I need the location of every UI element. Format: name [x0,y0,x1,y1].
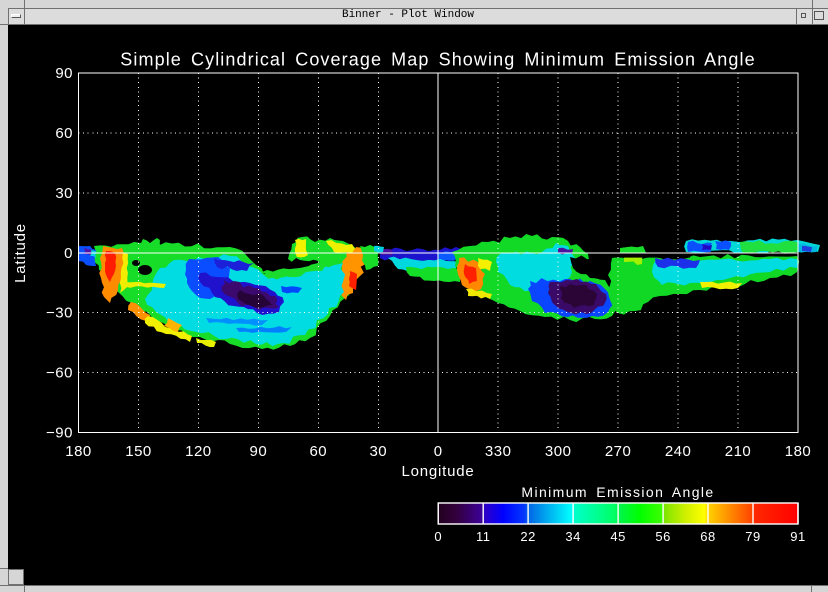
svg-text:91: 91 [790,529,805,544]
svg-text:180: 180 [65,443,92,460]
svg-text:150: 150 [125,443,152,460]
svg-text:Latitude: Latitude [12,223,29,283]
svg-text:Simple Cylindrical Coverage Ma: Simple Cylindrical Coverage Map Showing … [120,50,755,70]
svg-text:210: 210 [725,443,752,460]
svg-text:0: 0 [64,245,73,262]
svg-text:11: 11 [476,529,491,544]
svg-text:120: 120 [185,443,212,460]
svg-text:Longitude: Longitude [401,463,474,480]
svg-text:Minimum Emission Angle: Minimum Emission Angle [521,484,714,500]
svg-text:30: 30 [55,185,73,202]
svg-text:300: 300 [545,443,572,460]
svg-text:−90: −90 [46,425,73,442]
svg-text:90: 90 [55,65,73,82]
svg-text:180: 180 [785,443,812,460]
svg-text:240: 240 [665,443,692,460]
svg-text:0: 0 [434,443,443,460]
svg-text:79: 79 [745,529,760,544]
svg-text:56: 56 [655,529,670,544]
svg-text:60: 60 [55,125,73,142]
svg-text:0: 0 [434,529,442,544]
svg-text:68: 68 [700,529,715,544]
svg-text:30: 30 [369,443,387,460]
svg-text:90: 90 [250,443,268,460]
svg-text:22: 22 [520,529,535,544]
svg-text:45: 45 [610,529,625,544]
svg-text:60: 60 [309,443,327,460]
svg-text:270: 270 [605,443,632,460]
svg-text:−60: −60 [46,365,73,382]
svg-text:−30: −30 [46,305,73,322]
svg-text:330: 330 [485,443,512,460]
svg-text:34: 34 [565,529,580,544]
